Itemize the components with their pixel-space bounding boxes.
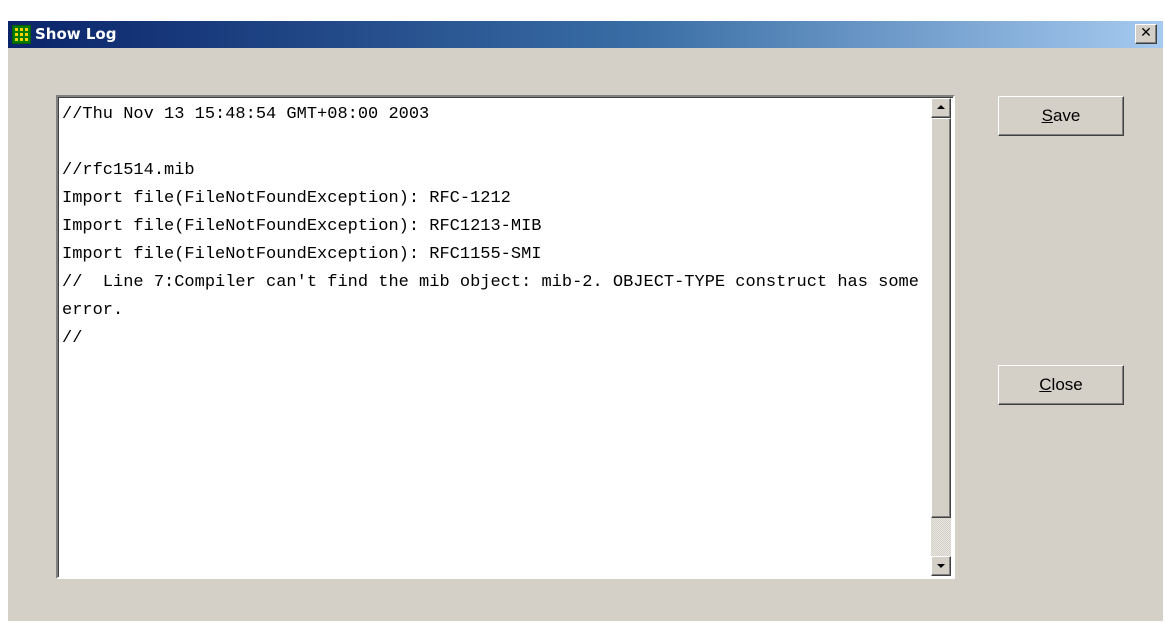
close-button[interactable]: Close [998, 365, 1124, 405]
scroll-up-button[interactable] [931, 98, 951, 118]
title-bar[interactable]: Show Log ✕ [8, 21, 1163, 48]
grid-app-icon [12, 25, 31, 44]
log-content: //Thu Nov 13 15:48:54 GMT+08:00 2003 //r… [62, 105, 919, 348]
log-text-area[interactable]: //Thu Nov 13 15:48:54 GMT+08:00 2003 //r… [56, 95, 955, 579]
up-arrow-icon [937, 105, 945, 109]
close-window-button[interactable]: ✕ [1135, 24, 1157, 44]
close-label-rest: lose [1051, 375, 1083, 394]
show-log-dialog: Show Log ✕ //Thu Nov 13 15:48:54 GMT+08:… [8, 21, 1163, 621]
scroll-down-button[interactable] [931, 556, 951, 576]
scrollbar-thumb[interactable] [931, 118, 951, 518]
save-label-rest: ave [1052, 106, 1081, 125]
down-arrow-icon [937, 564, 945, 568]
window-title: Show Log [35, 25, 117, 43]
close-mnemonic: C [1039, 375, 1052, 394]
scrollbar-track[interactable] [931, 518, 951, 556]
vertical-scrollbar[interactable] [931, 98, 951, 576]
save-mnemonic: S [1041, 106, 1053, 125]
close-icon: ✕ [1140, 25, 1152, 41]
save-button[interactable]: Save [998, 96, 1124, 136]
